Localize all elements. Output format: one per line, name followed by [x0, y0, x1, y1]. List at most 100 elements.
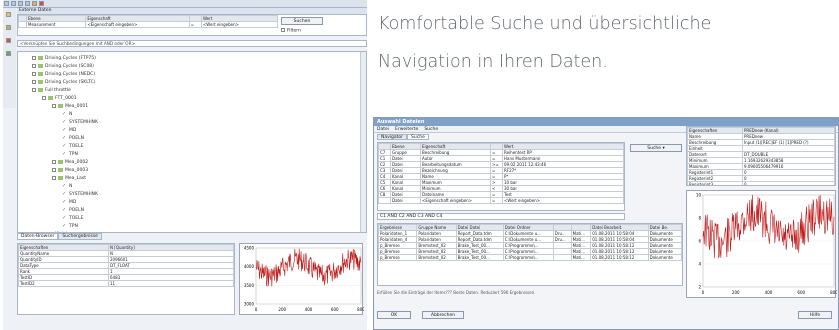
- tab-search-results[interactable]: Suchergebnisse: [58, 233, 102, 240]
- x-tick-label: 0: [255, 307, 258, 312]
- tree-item[interactable]: ✓ SYSTEMHINK: [18, 191, 366, 199]
- expand-icon[interactable]: [52, 159, 56, 164]
- tree-item[interactable]: ✓ MD: [18, 127, 366, 135]
- toolbar-icon[interactable]: [32, 1, 37, 6]
- y-tick-label: 2: [698, 285, 701, 290]
- folder-icon[interactable]: [6, 12, 11, 17]
- cell[interactable]: <Eigenschaft eingeben>: [85, 21, 190, 28]
- search-button[interactable]: Suchen: [281, 17, 323, 25]
- cell[interactable]: =: [188, 21, 202, 28]
- expand-icon[interactable]: [52, 167, 56, 172]
- expand-icon[interactable]: [32, 71, 36, 76]
- table-row[interactable]: p_Bremse Bremstest_02 Brake_Test_00... C:\P…: [378, 254, 682, 261]
- tree-item[interactable]: ✓ TOELE: [18, 143, 366, 151]
- help-button[interactable]: Hilfe: [798, 311, 832, 319]
- ok-button[interactable]: OK: [377, 311, 411, 319]
- tree-item[interactable]: Mea_0003: [18, 167, 366, 175]
- x-tick-label: 400: [765, 290, 773, 295]
- x-tick-label: 600: [797, 290, 805, 295]
- channel-plot: 10 8 6 4 2 0 200 400 600 800: [686, 190, 838, 298]
- dialog-title: Auswahl Dateien: [374, 118, 838, 126]
- cell: Registerint3: [687, 181, 743, 185]
- expand-icon[interactable]: [32, 79, 36, 84]
- tree-label: POELN: [69, 208, 84, 213]
- toolbar-icon[interactable]: [25, 1, 30, 6]
- tree-item[interactable]: ✓ TPN: [18, 223, 366, 231]
- tree-label: Mea_Last: [65, 176, 87, 181]
- tree-item[interactable]: ✓ TOELE: [18, 215, 366, 223]
- expand-icon[interactable]: [52, 103, 56, 108]
- cell: Bremstest_02: [416, 254, 457, 261]
- tree-item[interactable]: Mea_0001: [18, 103, 366, 111]
- tree-item[interactable]: ✓ TPN: [18, 151, 366, 159]
- cell[interactable]: <Wert eingeben>: [502, 197, 624, 204]
- menu-item[interactable]: Suche: [424, 127, 438, 132]
- search-button[interactable]: Suche ▾: [630, 144, 682, 152]
- filter-checkbox[interactable]: Filtern: [281, 28, 323, 34]
- tree-label: SYSTEMHINK: [69, 192, 98, 197]
- table-row[interactable]: Datei <Eigenschaft eingeben> = <Wert eingeb…: [378, 197, 624, 204]
- tree-item[interactable]: ✓ SYSTEMHINK: [18, 119, 366, 127]
- table-icon[interactable]: [6, 51, 11, 56]
- toolbar-icon[interactable]: [11, 1, 16, 6]
- tree-item[interactable]: ✓ POELN: [18, 135, 366, 143]
- toolbar-icon[interactable]: [39, 1, 44, 6]
- channel-check-icon: ✓: [62, 214, 67, 221]
- search-icon[interactable]: [6, 25, 11, 30]
- tree-item[interactable]: FTT_0001: [18, 95, 366, 103]
- cell: 0: [742, 181, 835, 185]
- tree-item[interactable]: Driving Cycles (SC08): [18, 63, 366, 71]
- cell[interactable]: Measurement: [25, 21, 87, 28]
- menu-item[interactable]: Datei: [377, 127, 389, 132]
- combine-hint-field[interactable]: <Verknüpfen Sie Suchbedingungen mit AND …: [17, 40, 367, 47]
- cell[interactable]: <Eigenschaft eingeben>: [420, 197, 491, 204]
- expand-icon[interactable]: [42, 231, 46, 232]
- tree-item[interactable]: Driving Cycles (FTP75): [18, 55, 366, 63]
- cancel-button[interactable]: Abbrechen: [422, 311, 464, 319]
- cell: 11: [108, 280, 234, 287]
- x-tick-label: 400: [305, 307, 313, 312]
- tree-item[interactable]: Driving Cycles (SKLTC): [18, 79, 366, 87]
- expand-icon[interactable]: [32, 87, 36, 92]
- expand-icon[interactable]: [32, 63, 36, 68]
- checkbox-icon[interactable]: [281, 28, 285, 32]
- tree-item[interactable]: Driving Cycles (NEDC): [18, 71, 366, 79]
- chart-icon[interactable]: [6, 38, 11, 43]
- tree-item[interactable]: ✓ POELN: [18, 207, 366, 215]
- expand-icon[interactable]: [52, 175, 56, 180]
- cell[interactable]: Datei: [390, 197, 421, 204]
- tree-item[interactable]: Mea_0002: [18, 159, 366, 167]
- menu-item[interactable]: Erweiterte: [395, 127, 418, 132]
- table-row[interactable]: Registerint3 0: [687, 181, 835, 185]
- tree-item[interactable]: ✓ N: [18, 183, 366, 191]
- tree-item[interactable]: ✓ N: [18, 111, 366, 119]
- folder-icon: [58, 167, 63, 172]
- expand-icon[interactable]: [42, 95, 46, 100]
- query-expression[interactable]: C1 AND C2 AND C3 AND C4: [377, 213, 625, 220]
- x-tick-label: 800: [357, 307, 364, 312]
- cell[interactable]: <Wert eingeben>: [200, 21, 279, 28]
- folder-icon: [38, 63, 43, 68]
- expand-icon[interactable]: [32, 55, 36, 60]
- tree-label: Full throttle: [45, 88, 71, 93]
- file-selection-dialog: Auswahl Dateien Datei Erweiterte Suche Nav…: [373, 117, 839, 330]
- tab-search[interactable]: Suche: [407, 134, 429, 140]
- cell[interactable]: =: [490, 197, 503, 204]
- tree-item[interactable]: Mea_Last: [18, 175, 366, 183]
- channel-check-icon: ✓: [62, 110, 67, 117]
- scrollbar[interactable]: [360, 52, 366, 232]
- cell[interactable]: [378, 197, 391, 204]
- tab-navigator[interactable]: Navigator: [377, 134, 408, 140]
- tree-item[interactable]: Kickdown: [18, 231, 366, 232]
- y-tick-label: 3000: [244, 302, 255, 307]
- toolbar-icon[interactable]: [18, 1, 23, 6]
- tree-label: N: [69, 184, 73, 189]
- toolbar-icon[interactable]: [4, 1, 9, 6]
- table-row[interactable]: TestID2 11: [18, 280, 234, 287]
- cell: [552, 254, 572, 261]
- x-tick-label: 800: [830, 290, 837, 295]
- tab-data-browser[interactable]: Daten-Browser: [17, 233, 59, 240]
- side-icon-strip: [3, 8, 16, 108]
- tree-item[interactable]: Full throttle: [18, 87, 366, 95]
- tree-item[interactable]: ✓ MD: [18, 199, 366, 207]
